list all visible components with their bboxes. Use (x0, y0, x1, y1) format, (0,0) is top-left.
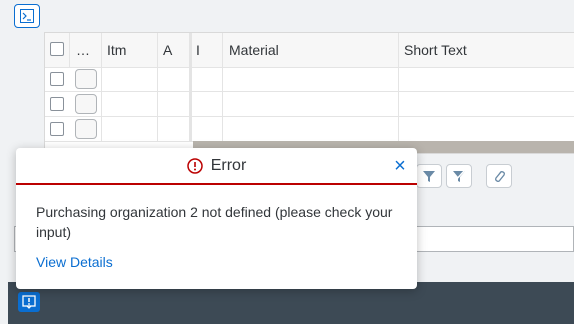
table-header: … Itm A I Material Short Text (45, 33, 574, 68)
column-label: Short Text (404, 42, 467, 58)
column-header-itm[interactable]: Itm (102, 33, 158, 67)
filter-icon (423, 171, 435, 182)
view-details-link[interactable]: View Details (36, 254, 113, 270)
row-checkbox[interactable] (50, 97, 64, 111)
table-row[interactable] (45, 117, 574, 142)
filter-remove-icon (453, 169, 466, 183)
error-dialog: Error × Purchasing organization 2 not de… (16, 148, 417, 289)
table-row[interactable] (45, 67, 574, 92)
table-row[interactable] (45, 92, 574, 117)
column-label: Itm (107, 42, 127, 58)
error-icon (186, 157, 203, 174)
column-header-i[interactable]: I (190, 33, 223, 67)
error-message: Purchasing organization 2 not defined (p… (36, 204, 393, 240)
filter-button[interactable] (416, 164, 442, 188)
column-label: I (196, 42, 200, 58)
column-header-a[interactable]: A (158, 33, 190, 67)
column-header-short-text[interactable]: Short Text (399, 33, 574, 67)
row-detail-button[interactable] (75, 69, 97, 89)
row-checkbox[interactable] (50, 122, 64, 136)
dialog-header: Error × (16, 148, 417, 185)
attachment-button[interactable] (486, 164, 512, 188)
column-label: … (76, 42, 90, 58)
items-table: … Itm A I Material Short Text (44, 32, 574, 154)
messages-button[interactable] (18, 292, 40, 312)
row-checkbox[interactable] (50, 72, 64, 86)
column-label: Material (229, 42, 279, 58)
column-label: A (163, 42, 173, 58)
dialog-title: Error (210, 156, 247, 174)
select-all-column (45, 33, 70, 67)
expand-panel-icon (20, 9, 34, 23)
column-header-material[interactable]: Material (223, 33, 399, 67)
remove-filter-button[interactable] (446, 164, 472, 188)
close-icon[interactable]: × (391, 156, 409, 176)
message-popover-icon (22, 295, 36, 309)
row-detail-button[interactable] (75, 119, 97, 139)
column-header-more[interactable]: … (70, 33, 102, 67)
select-all-checkbox[interactable] (50, 42, 64, 56)
row-detail-button[interactable] (75, 94, 97, 114)
collapse-panel-button[interactable] (14, 4, 40, 28)
paperclip-icon (495, 171, 505, 182)
